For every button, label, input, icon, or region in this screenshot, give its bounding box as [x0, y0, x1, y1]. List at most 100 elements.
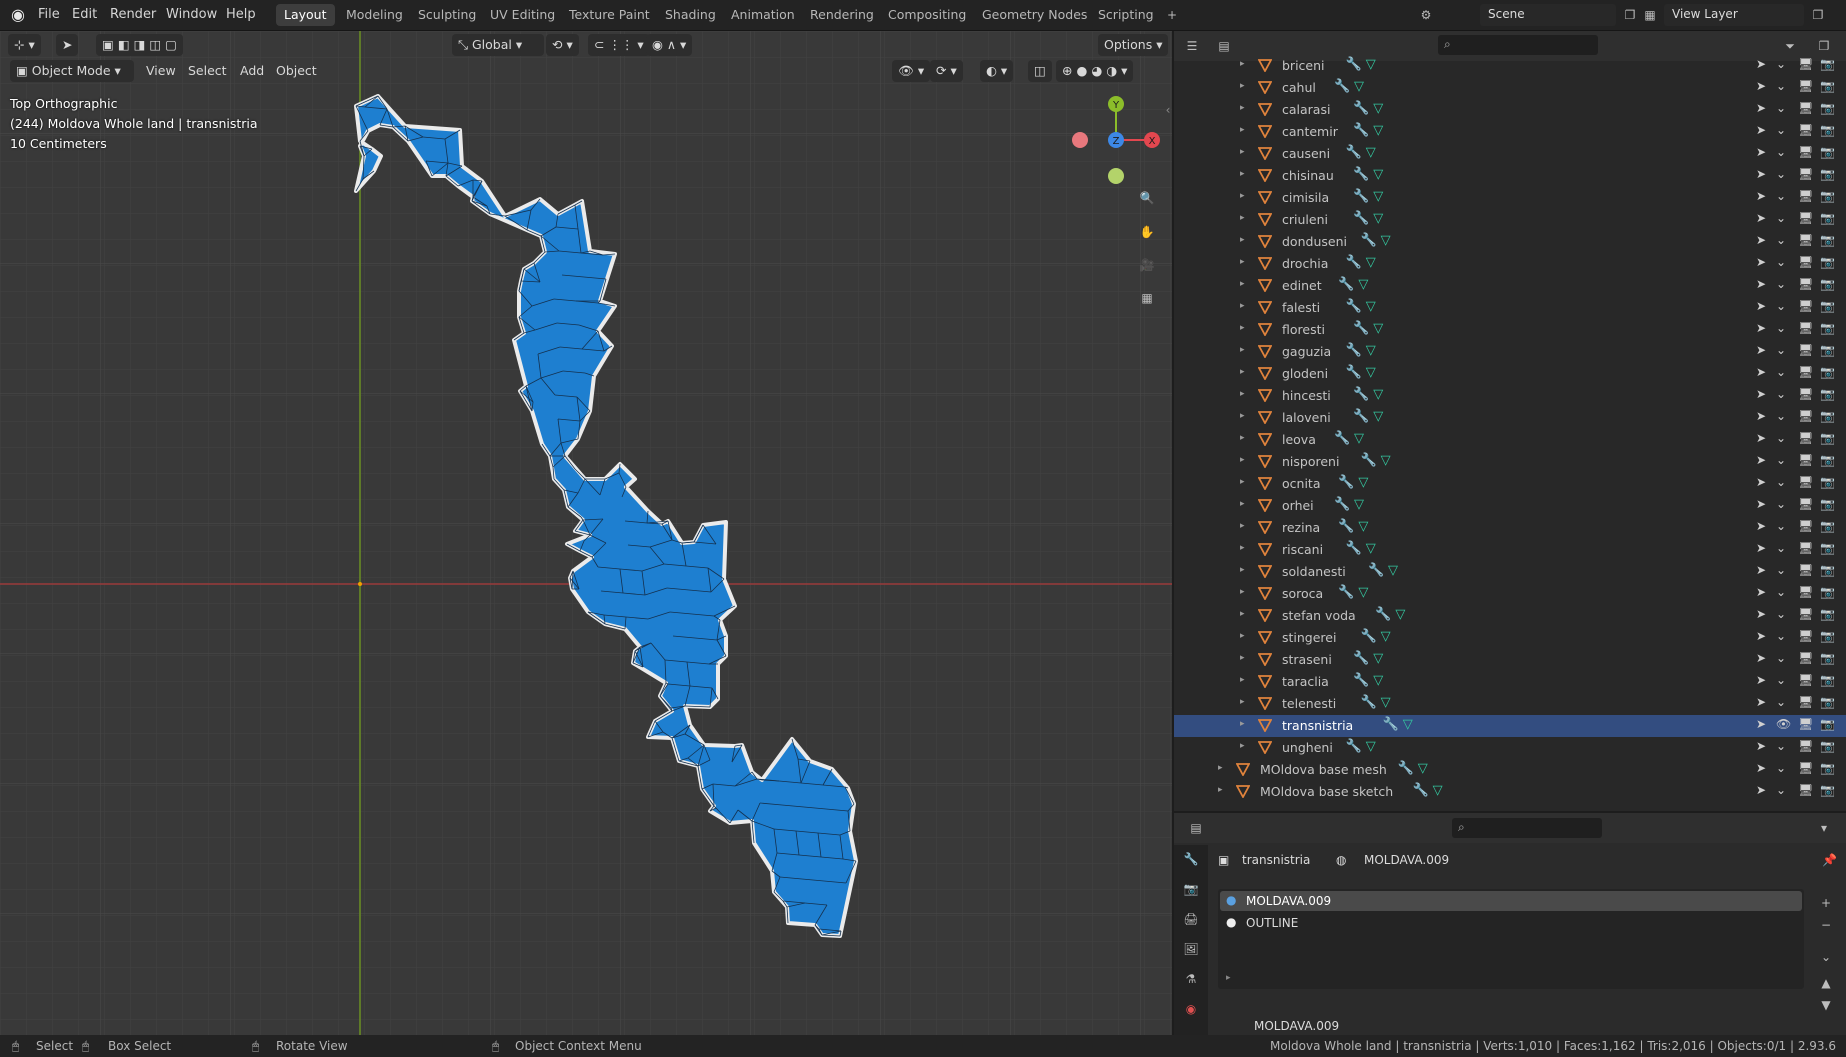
- camera-view-icon[interactable]: 🎥: [1137, 255, 1157, 275]
- eye-icon[interactable]: ⌄: [1776, 365, 1786, 379]
- camera-icon[interactable]: 📷: [1820, 343, 1835, 357]
- modifier-icon[interactable]: 🔧: [1338, 277, 1354, 292]
- outliner-item-donduseni[interactable]: ▸ donduseni 🔧 ▽ ➤ ⌄ 🖥 📷: [1174, 231, 1846, 253]
- outliner-item-orhei[interactable]: ▸ orhei 🔧 ▽ ➤ ⌄ 🖥 📷: [1174, 495, 1846, 517]
- modifier-icon[interactable]: 🔧: [1353, 123, 1369, 138]
- viewport-menu-view[interactable]: View: [140, 60, 182, 82]
- expand-arrow-icon[interactable]: ▸: [1240, 257, 1245, 267]
- outliner-item-causeni[interactable]: ▸ causeni 🔧 ▽ ➤ ⌄ 🖥 📷: [1174, 143, 1846, 165]
- modifier-icon[interactable]: 🔧: [1413, 783, 1429, 798]
- workspace-tab-shading[interactable]: Shading: [657, 4, 724, 26]
- monitor-icon[interactable]: 🖥: [1798, 233, 1813, 247]
- camera-icon[interactable]: 📷: [1820, 761, 1835, 775]
- expand-arrow-icon[interactable]: ▸: [1240, 301, 1245, 311]
- eye-icon[interactable]: ⌄: [1776, 563, 1786, 577]
- modifier-icon[interactable]: 🔧: [1375, 607, 1391, 622]
- eye-icon[interactable]: ⌄: [1776, 585, 1786, 599]
- expand-arrow-icon[interactable]: ▸: [1240, 587, 1245, 597]
- mesh-data-icon[interactable]: ▽: [1358, 475, 1368, 490]
- camera-icon[interactable]: 📷: [1820, 453, 1835, 467]
- expand-arrow-icon[interactable]: ▸: [1240, 213, 1245, 223]
- select-cursor-icon[interactable]: ➤: [1756, 673, 1766, 687]
- monitor-icon[interactable]: 🖥: [1798, 585, 1813, 599]
- select-cursor-icon[interactable]: ➤: [1756, 299, 1766, 313]
- eye-icon[interactable]: ⌄: [1776, 277, 1786, 291]
- camera-icon[interactable]: 📷: [1820, 277, 1835, 291]
- workspace-tab-uv-editing[interactable]: UV Editing: [482, 4, 563, 26]
- monitor-icon[interactable]: 🖥: [1798, 343, 1813, 357]
- eye-icon[interactable]: ⌄: [1776, 519, 1786, 533]
- select-cursor-icon[interactable]: ➤: [1756, 321, 1766, 335]
- mesh-data-icon[interactable]: ▽: [1366, 255, 1376, 270]
- camera-icon[interactable]: 📷: [1820, 497, 1835, 511]
- mesh-data-icon[interactable]: ▽: [1366, 343, 1376, 358]
- camera-icon[interactable]: 📷: [1820, 475, 1835, 489]
- monitor-icon[interactable]: 🖥: [1798, 145, 1813, 159]
- outliner-item-criuleni[interactable]: ▸ criuleni 🔧 ▽ ➤ ⌄ 🖥 📷: [1174, 209, 1846, 231]
- eye-icon[interactable]: ⌄: [1776, 101, 1786, 115]
- camera-icon[interactable]: 📷: [1820, 299, 1835, 313]
- display-mode-icon[interactable]: ▤: [1214, 36, 1234, 56]
- modifier-icon[interactable]: 🔧: [1346, 57, 1362, 72]
- modifier-icon[interactable]: 🔧: [1346, 255, 1362, 270]
- workspace-tab-rendering[interactable]: Rendering: [802, 4, 882, 26]
- view-layer-tab-icon[interactable]: 🖼: [1181, 939, 1201, 959]
- outliner-editor-icon[interactable]: ☰: [1182, 36, 1202, 56]
- workspace-tab-texture-paint[interactable]: Texture Paint: [561, 4, 658, 26]
- mesh-data-icon[interactable]: ▽: [1373, 651, 1383, 666]
- mesh-data-icon[interactable]: ▽: [1358, 277, 1368, 292]
- select-tool-icon[interactable]: ➤: [56, 34, 79, 56]
- mesh-data-icon[interactable]: ▽: [1366, 57, 1376, 72]
- scene-tab-icon[interactable]: ⚗: [1181, 969, 1201, 989]
- monitor-icon[interactable]: 🖥: [1798, 409, 1813, 423]
- outliner-item-moldova-base-sketch[interactable]: ▸ MOldova base sketch 🔧 ▽ ➤ ⌄ 🖥 📷: [1174, 781, 1846, 803]
- world-tab-icon[interactable]: ◉: [1181, 999, 1201, 1019]
- visibility-icon[interactable]: 👁 ▾: [892, 60, 931, 82]
- select-cursor-icon[interactable]: ➤: [1756, 277, 1766, 291]
- eye-icon[interactable]: ⌄: [1776, 57, 1786, 71]
- modifier-icon[interactable]: 🔧: [1346, 299, 1362, 314]
- select-cursor-icon[interactable]: ➤: [1756, 189, 1766, 203]
- outliner-item-hincesti[interactable]: ▸ hincesti 🔧 ▽ ➤ ⌄ 🖥 📷: [1174, 385, 1846, 407]
- outliner-item-stefan-voda[interactable]: ▸ stefan voda 🔧 ▽ ➤ ⌄ 🖥 📷: [1174, 605, 1846, 627]
- camera-icon[interactable]: 📷: [1820, 585, 1835, 599]
- expand-arrow-icon[interactable]: ▸: [1240, 191, 1245, 201]
- mesh-data-icon[interactable]: ▽: [1418, 761, 1428, 776]
- menu-edit[interactable]: Edit: [72, 6, 97, 24]
- menu-file[interactable]: File: [38, 6, 60, 24]
- expand-arrow-icon[interactable]: ▸: [1240, 59, 1245, 69]
- monitor-icon[interactable]: 🖥: [1798, 57, 1813, 71]
- outliner-item-edinet[interactable]: ▸ edinet 🔧 ▽ ➤ ⌄ 🖥 📷: [1174, 275, 1846, 297]
- camera-icon[interactable]: 📷: [1820, 563, 1835, 577]
- mesh-data-icon[interactable]: ▽: [1403, 717, 1413, 732]
- eye-icon[interactable]: ⌄: [1776, 343, 1786, 357]
- expand-arrow-icon[interactable]: ▸: [1240, 103, 1245, 113]
- outliner-item-chisinau[interactable]: ▸ chisinau 🔧 ▽ ➤ ⌄ 🖥 📷: [1174, 165, 1846, 187]
- mesh-data-icon[interactable]: ▽: [1395, 607, 1405, 622]
- ortho-grid-icon[interactable]: ▦: [1137, 288, 1157, 308]
- viewport-menu-object[interactable]: Object: [270, 60, 323, 82]
- overlay-toggle-icon[interactable]: ◐ ▾: [980, 60, 1014, 82]
- workspace-tab-modeling[interactable]: Modeling: [338, 4, 411, 26]
- new-scene-icon[interactable]: ❐: [1620, 5, 1640, 25]
- monitor-icon[interactable]: 🖥: [1798, 629, 1813, 643]
- camera-icon[interactable]: 📷: [1820, 629, 1835, 643]
- select-cursor-icon[interactable]: ➤: [1756, 651, 1766, 665]
- modifier-icon[interactable]: 🔧: [1361, 453, 1377, 468]
- outliner-item-straseni[interactable]: ▸ straseni 🔧 ▽ ➤ ⌄ 🖥 📷: [1174, 649, 1846, 671]
- select-cursor-icon[interactable]: ➤: [1756, 233, 1766, 247]
- eye-icon[interactable]: ⌄: [1776, 299, 1786, 313]
- eye-icon[interactable]: ⌄: [1776, 233, 1786, 247]
- camera-icon[interactable]: 📷: [1820, 233, 1835, 247]
- expand-arrow-icon[interactable]: ▸: [1240, 609, 1245, 619]
- menu-render[interactable]: Render: [110, 6, 156, 24]
- monitor-icon[interactable]: 🖥: [1798, 651, 1813, 665]
- material-slot[interactable]: ● OUTLINE: [1220, 913, 1802, 933]
- mesh-data-icon[interactable]: ▽: [1366, 739, 1376, 754]
- outliner-item-riscani[interactable]: ▸ riscani 🔧 ▽ ➤ ⌄ 🖥 📷: [1174, 539, 1846, 561]
- expand-arrow-icon[interactable]: ▸: [1240, 323, 1245, 333]
- monitor-icon[interactable]: 🖥: [1798, 321, 1813, 335]
- material-slot-selected[interactable]: ● MOLDAVA.009: [1220, 891, 1802, 911]
- modifier-icon[interactable]: 🔧: [1353, 387, 1369, 402]
- outliner-item-leova[interactable]: ▸ leova 🔧 ▽ ➤ ⌄ 🖥 📷: [1174, 429, 1846, 451]
